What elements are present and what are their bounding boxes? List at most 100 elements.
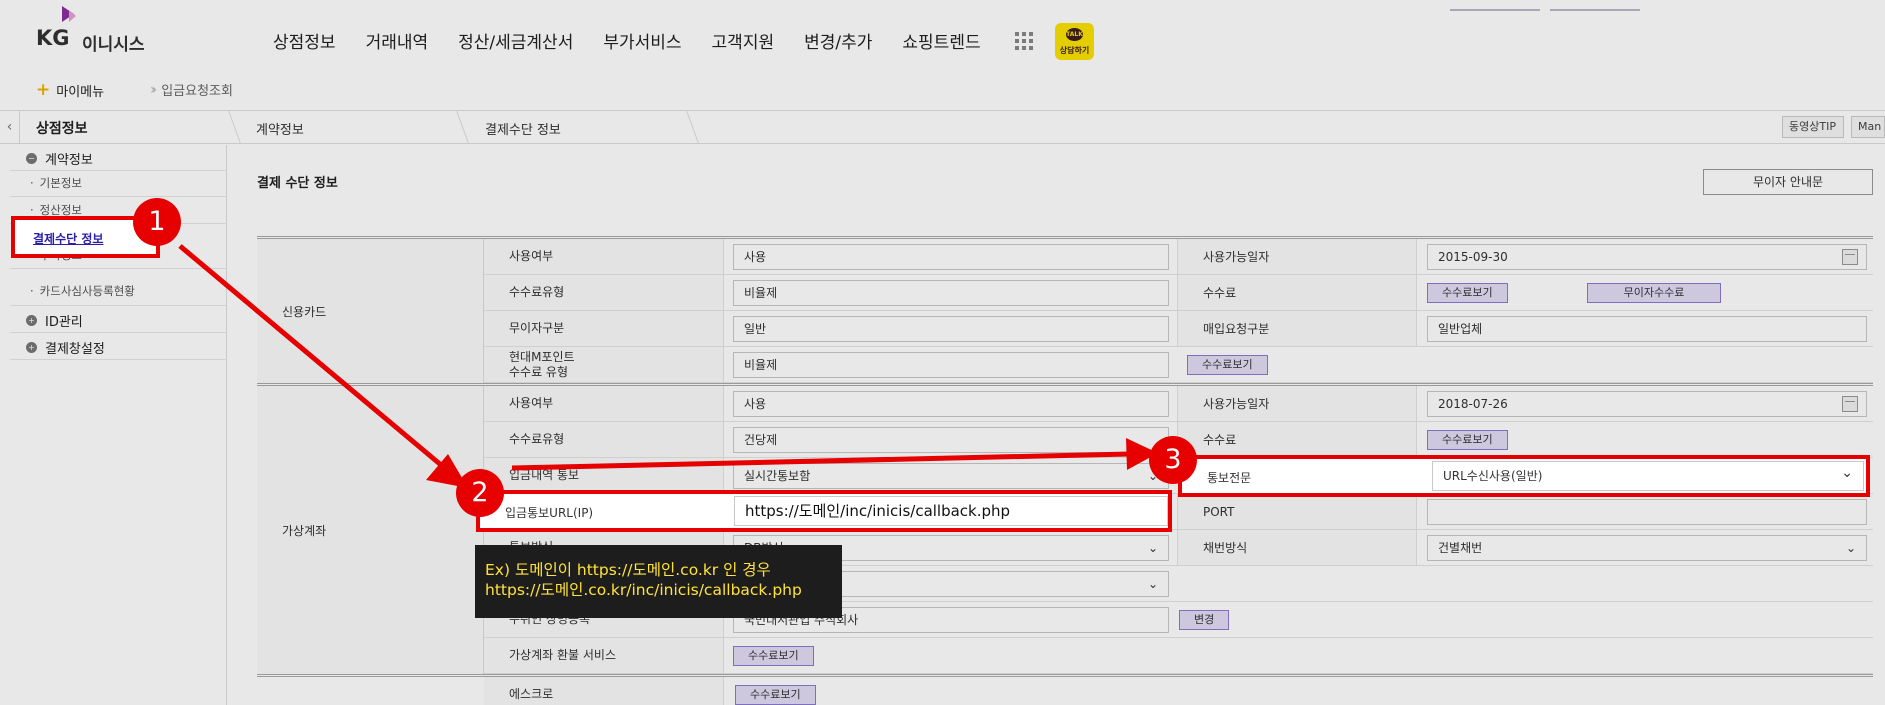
- vacct-url-label: 입금통보URL(IP): [505, 506, 594, 520]
- sidebar-group-label: ID관리: [45, 315, 83, 330]
- vacct-notify-select[interactable]: 실시간통보함 ⌄: [733, 463, 1169, 489]
- plus-circle-icon: +: [26, 342, 37, 353]
- gnb-shopping-trend[interactable]: 쇼핑트렌드: [902, 28, 980, 56]
- minus-circle-icon: −: [26, 153, 37, 164]
- shortcut-deposit-request[interactable]: ›› 입금요청조회: [150, 80, 233, 100]
- gnb-settlement[interactable]: 정산/세금계산서: [458, 28, 573, 56]
- my-menu-label: 마이메뉴: [56, 84, 105, 100]
- vacct-numbering-label: 채번방식: [1177, 530, 1417, 565]
- sidebar-item-payment-method[interactable]: 결제수단 정보: [33, 230, 103, 247]
- card-buy-value: 일반업체: [1427, 316, 1867, 342]
- plus-circle-icon: +: [26, 315, 37, 326]
- noint-guide-button[interactable]: 무이자 안내문: [1703, 169, 1873, 195]
- sidebar-group-contract[interactable]: − 계약정보: [26, 149, 93, 168]
- manual-button[interactable]: Man: [1851, 116, 1885, 138]
- all-menu-grid-icon[interactable]: [1015, 32, 1033, 50]
- vacct-numbering-select[interactable]: 건별채번 ⌄: [1427, 535, 1867, 561]
- breadcrumb-separator: [686, 111, 699, 143]
- vacct-port-input[interactable]: [1427, 499, 1867, 525]
- page-title: 결제 수단 정보: [257, 176, 338, 191]
- card-point-label-2: 수수료 유형: [509, 364, 569, 379]
- sidebar-group-payment-window[interactable]: + 결제창설정: [26, 338, 105, 357]
- sidebar-item-basic[interactable]: 기본정보: [30, 175, 82, 191]
- table-row: 수수료유형 비율제 수수료 수수료보기 무이자수수료: [484, 275, 1873, 311]
- step-badge-1: 1: [133, 198, 181, 246]
- tooltip-line-2: https://도메인.co.kr/inc/inicis/callback.ph…: [485, 581, 802, 599]
- kg-inicis-logo[interactable]: KG 이니시스: [36, 6, 156, 56]
- my-menu-button[interactable]: + 마이메뉴: [36, 80, 104, 100]
- top-header: KG 이니시스 상점정보 거래내역 정산/세금계산서 부가서비스 고객지원 변경…: [0, 0, 1885, 70]
- sidebar-divider: [10, 332, 227, 333]
- breadcrumb-separator: [456, 111, 469, 143]
- kakao-talk-consult-icon[interactable]: TALK 상담하기: [1055, 23, 1094, 60]
- global-nav: 상점정보 거래내역 정산/세금계산서 부가서비스 고객지원 변경/추가 쇼핑트렌…: [273, 28, 1011, 56]
- sidebar-group-id[interactable]: + ID관리: [26, 311, 83, 330]
- step-badge-2: 2: [456, 469, 504, 517]
- card-point-fee-button[interactable]: 수수료보기: [1187, 355, 1268, 375]
- logo-name-text: 이니시스: [82, 35, 145, 55]
- top-utility-buttons: [1450, 0, 1650, 11]
- talk-bubble: TALK: [1066, 28, 1083, 41]
- video-tip-button[interactable]: 동영상TIP: [1782, 116, 1844, 138]
- card-noint-value: 일반: [733, 316, 1169, 342]
- vacct-port-label: PORT: [1177, 494, 1417, 529]
- highlight-callback-url: 입금통보URL(IP) https://도메인/inc/inicis/callb…: [476, 490, 1172, 532]
- calendar-icon[interactable]: [1842, 396, 1858, 412]
- escrow-label: 에스크로: [484, 677, 724, 705]
- chevron-down-icon: ⌄: [1845, 541, 1856, 555]
- table-row: 에스크로 수수료보기: [484, 677, 1873, 705]
- gnb-support[interactable]: 고객지원: [712, 28, 775, 56]
- card-avail-date[interactable]: 2015-09-30: [1427, 244, 1867, 270]
- sidebar-divider: [10, 359, 227, 360]
- table-row: 가상계좌 환불 서비스 수수료보기: [484, 638, 1873, 674]
- sidebar-divider: [10, 170, 227, 171]
- sidebar-item-card-review[interactable]: 카드사심사등록현황: [30, 283, 135, 299]
- gnb-addon-services[interactable]: 부가서비스: [603, 28, 681, 56]
- card-fee-label: 수수료: [1177, 275, 1417, 310]
- card-fee-view-button[interactable]: 수수료보기: [1427, 283, 1508, 303]
- card-fee-type-label: 수수료유형: [484, 275, 724, 310]
- double-chevron-icon: ››: [150, 81, 157, 98]
- vacct-refund-fee-button[interactable]: 수수료보기: [733, 646, 814, 666]
- gnb-store-info[interactable]: 상점정보: [273, 28, 336, 56]
- shortcut-label: 입금요청조회: [161, 84, 233, 99]
- vacct-url-input[interactable]: https://도메인/inc/inicis/callback.php: [734, 496, 1168, 526]
- card-fee-type-value: 비율제: [733, 280, 1169, 306]
- quick-bar: + 마이메뉴 ›› 입금요청조회: [0, 72, 1885, 108]
- vacct-url-value: https://도메인/inc/inicis/callback.php: [745, 502, 1011, 520]
- breadcrumb-section[interactable]: 상점정보: [36, 118, 88, 138]
- vacct-fee-type-value: 건당제: [733, 427, 1169, 453]
- chevron-left-icon[interactable]: ‹: [0, 111, 20, 143]
- gnb-transactions[interactable]: 거래내역: [366, 28, 429, 56]
- chevron-down-icon: ⌄: [1147, 541, 1158, 555]
- vacct-fee-type-label: 수수료유형: [484, 422, 724, 457]
- talk-label: 상담하기: [1059, 46, 1090, 55]
- card-use-label: 사용여부: [484, 239, 724, 274]
- vacct-msg-value: URL수신사용(일반): [1443, 469, 1543, 483]
- breadcrumb-separator: [228, 111, 241, 143]
- calendar-icon[interactable]: [1842, 249, 1858, 265]
- vacct-avail-value: 2018-07-26: [1438, 397, 1508, 411]
- vacct-msg-select[interactable]: URL수신사용(일반) ⌄: [1432, 461, 1864, 491]
- chevron-down-icon: ⌄: [1841, 465, 1853, 481]
- gnb-change-add[interactable]: 변경/추가: [804, 28, 872, 56]
- card-use-value: 사용: [733, 244, 1169, 270]
- vacct-avail-label: 사용가능일자: [1177, 386, 1417, 421]
- card-point-label-1: 현대M포인트: [509, 349, 575, 364]
- vacct-fee-view-button[interactable]: 수수료보기: [1427, 430, 1508, 450]
- breadcrumb-payment-method[interactable]: 결제수단 정보: [485, 119, 561, 138]
- sidebar-group-label: 결제창설정: [45, 342, 105, 357]
- chevron-down-icon: ⌄: [1147, 577, 1158, 591]
- sidebar-divider: [10, 196, 227, 197]
- table-row: 무이자구분 일반 매입요청구분 일반업체: [484, 311, 1873, 347]
- highlight-notify-message: 통보전문 URL수신사용(일반) ⌄: [1178, 455, 1870, 497]
- vacct-holder-change-button[interactable]: 변경: [1179, 610, 1230, 630]
- vacct-use-label: 사용여부: [484, 386, 724, 421]
- example-tooltip: Ex) 도메인이 https://도메인.co.kr 인 경우 https://…: [475, 545, 842, 618]
- plus-icon: +: [36, 80, 51, 100]
- escrow-fee-button[interactable]: 수수료보기: [735, 685, 816, 705]
- vacct-avail-date[interactable]: 2018-07-26: [1427, 391, 1867, 417]
- table-row: 사용여부 사용 사용가능일자 2015-09-30: [484, 239, 1873, 275]
- card-noint-fee-button[interactable]: 무이자수수료: [1587, 283, 1721, 303]
- breadcrumb-contract[interactable]: 계약정보: [256, 119, 304, 138]
